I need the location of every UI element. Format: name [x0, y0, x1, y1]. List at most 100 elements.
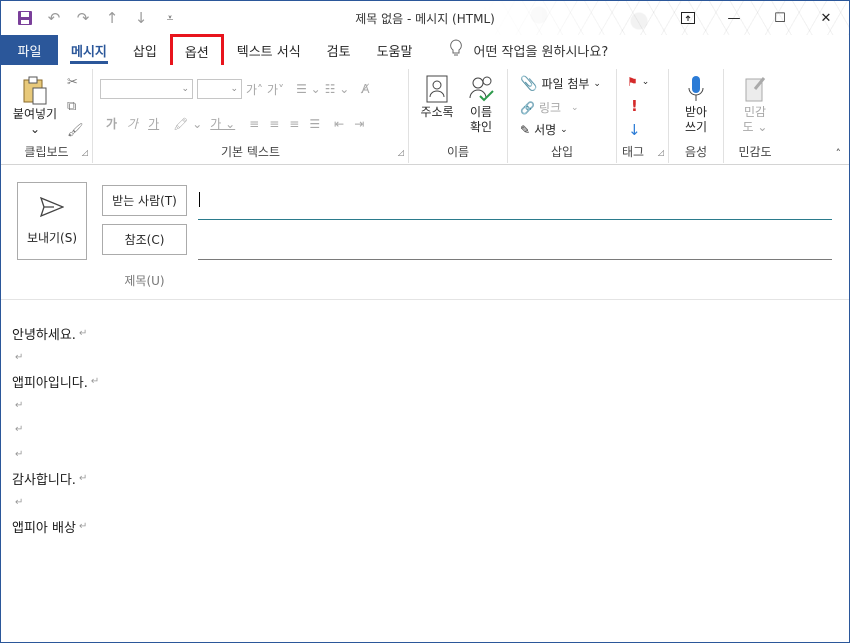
- sensitivity-label-2: 도 ⌄: [742, 120, 768, 134]
- body-line: ↵: [12, 394, 832, 418]
- check-names-label-1: 이름: [469, 105, 493, 119]
- paragraph-mark: ↵: [15, 424, 24, 436]
- format-painter-icon[interactable]: 🖌: [67, 123, 84, 138]
- body-line: ↵: [12, 345, 832, 369]
- cc-field[interactable]: [198, 259, 832, 260]
- outlook-message-window: ↶ ↷ ↑ ↓ ⩡ 제목 없음 - 메시지 (HTML) — ☐ ✕ 파일 메시…: [0, 0, 850, 643]
- tab-review[interactable]: 검토: [314, 35, 364, 65]
- body-line: 앱피아입니다. ↵: [12, 369, 832, 393]
- sensitivity-group-label: 민감도: [738, 145, 772, 159]
- link-dropdown-icon: ⌄: [571, 102, 579, 113]
- paragraph-mark: ↵: [15, 496, 24, 508]
- tab-file[interactable]: 파일: [1, 35, 58, 65]
- voice-group-label: 음성: [684, 145, 708, 159]
- tab-insert[interactable]: 삽입: [120, 35, 170, 65]
- link-button[interactable]: 🔗 링크 ⌄: [520, 99, 579, 116]
- check-names-button[interactable]: 이름 확인: [461, 73, 501, 135]
- ribbon-display-options-icon[interactable]: [665, 1, 711, 35]
- minimize-button[interactable]: —: [711, 1, 757, 35]
- font-color-icon[interactable]: 가 ⌄: [210, 115, 235, 132]
- follow-up-button[interactable]: ⚑ ⌄: [627, 75, 649, 89]
- lightbulb-icon: [449, 39, 463, 61]
- body-line: ↵: [12, 490, 832, 514]
- tab-format-text[interactable]: 텍스트 서식: [224, 35, 314, 65]
- bullets-icon[interactable]: ☰ ⌄: [296, 82, 321, 96]
- align-right-icon[interactable]: ≡: [289, 117, 299, 131]
- paste-label: 붙여넣기: [12, 107, 58, 121]
- align-center-icon[interactable]: ≡: [269, 117, 279, 131]
- numbering-icon[interactable]: ☷ ⌄: [325, 82, 350, 96]
- group-include: 📎 파일 첨부 ⌄ 🔗 링크 ⌄ ✎ 서명 ⌄ 삽입: [508, 69, 617, 163]
- increase-indent-icon[interactable]: ⇥: [354, 117, 364, 131]
- maximize-button[interactable]: ☐: [757, 1, 803, 35]
- paperclip-icon: 📎: [520, 75, 538, 92]
- link-label: 링크: [538, 101, 562, 115]
- high-importance-icon[interactable]: !: [631, 97, 638, 115]
- ribbon-tabs: 파일 메시지 삽입 옵션 텍스트 서식 검토 도움말 어떤 작업을 원하시나요?: [1, 34, 849, 69]
- underline-button[interactable]: 가: [148, 115, 159, 132]
- clear-formatting-icon[interactable]: A̸: [361, 82, 369, 96]
- basic-text-group-label: 기본 텍스트: [220, 145, 280, 159]
- highlight-icon[interactable]: 🖍 ⌄: [173, 117, 202, 131]
- microphone-icon: [681, 73, 711, 105]
- basic-text-launcher-icon[interactable]: ◿: [398, 148, 404, 157]
- dictate-label-1: 받아: [684, 105, 708, 119]
- copy-icon[interactable]: ⧉: [67, 99, 76, 114]
- justify-icon[interactable]: ☰: [309, 117, 320, 131]
- paste-icon: [20, 75, 50, 107]
- tell-me-placeholder: 어떤 작업을 원하시나요?: [473, 44, 609, 60]
- collapse-ribbon-icon[interactable]: ˄: [836, 147, 842, 160]
- paragraph-mark: ↵: [78, 472, 88, 484]
- body-line-text: 앱피아 배상: [12, 521, 76, 537]
- clipboard-group-label: 클립보드: [24, 145, 69, 159]
- sensitivity-button[interactable]: 민감 도 ⌄: [734, 73, 776, 135]
- group-sensitivity: 민감 도 ⌄ 민감도: [724, 69, 786, 163]
- decrease-indent-icon[interactable]: ⇤: [334, 117, 344, 131]
- message-header: 보내기(S) 받는 사람(T) 참조(C) 제목(U): [1, 166, 849, 300]
- italic-button[interactable]: 가: [127, 115, 138, 132]
- signature-icon: ✎: [520, 122, 531, 137]
- group-names: 주소록 이름 확인 이름: [409, 69, 508, 163]
- signature-button[interactable]: ✎ 서명 ⌄: [520, 121, 568, 138]
- close-button[interactable]: ✕: [803, 1, 849, 35]
- address-book-button[interactable]: 주소록: [415, 73, 459, 120]
- attach-file-label: 파일 첨부: [541, 77, 590, 91]
- clipboard-launcher-icon[interactable]: ◿: [82, 148, 88, 157]
- tab-options[interactable]: 옵션: [169, 34, 224, 69]
- cc-button[interactable]: 참조(C): [102, 224, 187, 255]
- tab-help[interactable]: 도움말: [364, 35, 426, 65]
- sensitivity-label-2-text: 도: [742, 120, 754, 134]
- send-button[interactable]: 보내기(S): [17, 182, 87, 260]
- body-line: ↵: [12, 418, 832, 442]
- flag-dropdown-icon: ⌄: [641, 77, 650, 87]
- to-field[interactable]: [198, 219, 832, 220]
- subject-label: 제목(U): [124, 274, 165, 288]
- tell-me-box[interactable]: 어떤 작업을 원하시나요?: [449, 39, 608, 61]
- paragraph-mark: ↵: [15, 351, 24, 363]
- tags-launcher-icon[interactable]: ◿: [658, 148, 664, 157]
- body-line: 안녕하세요. ↵: [12, 321, 832, 345]
- bold-button[interactable]: 가: [106, 115, 117, 132]
- font-size-combo[interactable]: ⌄: [197, 79, 242, 99]
- group-voice: 받아 쓰기 음성: [669, 69, 724, 163]
- to-button[interactable]: 받는 사람(T): [102, 185, 187, 216]
- cut-icon[interactable]: ✂: [67, 75, 78, 90]
- dictate-button[interactable]: 받아 쓰기: [675, 73, 717, 135]
- grow-font-button[interactable]: 가˄: [246, 81, 263, 98]
- shrink-font-button[interactable]: 가˅: [267, 81, 284, 98]
- message-body[interactable]: 안녕하세요. ↵ ↵ 앱피아입니다. ↵ ↵ ↵ ↵ 감사합니다. ↵ ↵ 앱피아…: [12, 321, 832, 539]
- paragraph-mark: ↵: [90, 375, 100, 387]
- align-left-icon[interactable]: ≡: [249, 117, 259, 131]
- attach-file-button[interactable]: 📎 파일 첨부 ⌄: [520, 75, 601, 92]
- paste-button[interactable]: 붙여넣기 ⌄: [9, 75, 61, 137]
- low-importance-icon[interactable]: ↓: [628, 121, 641, 139]
- font-name-combo[interactable]: ⌄: [100, 79, 193, 99]
- title-bar: ↶ ↷ ↑ ↓ ⩡ 제목 없음 - 메시지 (HTML) — ☐ ✕: [1, 1, 849, 35]
- body-line: 앱피아 배상 ↵: [12, 515, 832, 539]
- paragraph-mark: ↵: [15, 400, 24, 412]
- link-icon: 🔗: [520, 100, 535, 115]
- sensitivity-icon: [740, 73, 770, 105]
- tab-message[interactable]: 메시지: [58, 35, 120, 65]
- check-names-icon: [466, 73, 496, 105]
- paragraph-mark: ↵: [78, 521, 88, 533]
